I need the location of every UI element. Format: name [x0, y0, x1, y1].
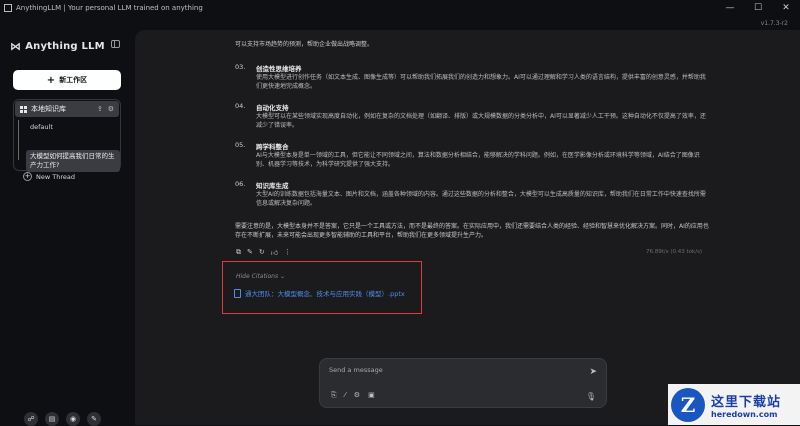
chevron-down-icon: ⌄	[280, 273, 286, 280]
edit-icon[interactable]: ✎	[247, 248, 253, 257]
window-controls: — ☐ ✕	[716, 3, 800, 13]
chat-intro-tail: 可以支持市场趋势的预测，帮助企业做出战略调整。	[235, 41, 374, 48]
copy-icon[interactable]: ⧉	[236, 248, 241, 257]
thread-tree-line	[18, 120, 19, 160]
citation-file-name: 通大团队：大模型概念、技术与应用实践（模型）.pptx	[245, 290, 405, 298]
upload-icon[interactable]: ⇪	[97, 105, 103, 113]
settings-icon[interactable]: ✎	[87, 412, 101, 426]
more-icon[interactable]: ⋮	[284, 248, 291, 257]
text-size-icon[interactable]: ▣	[368, 391, 375, 400]
thumbs-up-icon[interactable]: 👍︎	[271, 248, 278, 257]
item-body: 大型AI的训练数据包括海量文本、图片和文档，涵盖各种领域的内容。通过这些数据的分…	[256, 191, 706, 207]
item-number: 06.	[235, 180, 246, 188]
watermark-mark: Z	[671, 387, 705, 422]
item-heading: 知识库生成	[256, 182, 289, 190]
app-logo: ⋈ Anything LLM	[10, 40, 105, 53]
app-icon	[4, 4, 12, 12]
item-body: AI与大模型本身是单一领域的工具，但它能让不同领域之间，算法和数据分析相结合，能…	[256, 152, 700, 168]
item-heading: 创造性思维培养	[256, 65, 302, 73]
community-icon[interactable]: ☍	[24, 412, 38, 426]
maximize-button[interactable]: ☐	[744, 3, 772, 13]
thread-item-active[interactable]: 大模型如何提高我们日常的生产力工作?	[26, 150, 120, 172]
minimize-button[interactable]: —	[716, 3, 744, 13]
hide-citations-label: Hide Citations	[236, 273, 279, 280]
logo-icon: ⋈	[10, 40, 22, 53]
message-input[interactable]: Send a message	[329, 366, 383, 374]
message-actions: ⧉ ✎ ↻ 👍︎ ⋮	[236, 248, 291, 257]
send-icon[interactable]: ➤	[589, 367, 597, 377]
sidebar-toggle-icon[interactable]	[111, 40, 120, 48]
docs-icon[interactable]: ▤	[45, 412, 59, 426]
attach-icon[interactable]: ⎘	[331, 391, 337, 400]
title-bar: AnythingLLM | Your personal LLM trained …	[0, 0, 800, 16]
citation-file-link[interactable]: 通大团队：大模型概念、技术与应用实践（模型）.pptx	[234, 288, 405, 298]
composer-tools: ⎘ ⁄ ⚙ ▣	[331, 391, 375, 400]
item-body: 使用大模型进行创作任务（如文本生成、图像生成等）可以帮助我们拓展我们的创造力和想…	[256, 74, 706, 90]
sidebar: ⋈ Anything LLM + 新工作区 本地知识库 ⇪ ⚙ default …	[0, 16, 135, 426]
workspace-item[interactable]: 本地知识库 ⇪ ⚙	[15, 101, 119, 117]
watermark-text-cn: 这里下载站	[711, 394, 782, 410]
hide-citations-toggle[interactable]: Hide Citations ⌄	[236, 273, 285, 280]
agent-icon[interactable]: ⚙	[354, 391, 360, 400]
new-workspace-button[interactable]: + 新工作区	[13, 70, 121, 90]
item-body: 大模型可以在某些领域实现高度自动化，例如在复杂的文档处理（如翻译、排版）或大规模…	[256, 113, 706, 129]
new-thread-label: New Thread	[36, 172, 75, 181]
chat-conclusion: 需要注意的是，大模型本身并不是答案，它只是一个工具或方法，而不是最终的答案。在实…	[235, 223, 709, 239]
item-number: 05.	[235, 141, 246, 149]
window-title: AnythingLLM | Your personal LLM trained …	[16, 4, 203, 12]
item-number: 04.	[235, 102, 246, 110]
sidebar-footer: ☍ ▤ ◉ ✎	[24, 412, 101, 426]
item-number: 03.	[235, 63, 246, 71]
discord-icon[interactable]: ◉	[66, 412, 80, 426]
watermark-logo: Z 这里下载站 heredown.com	[668, 384, 800, 425]
plus-icon: +	[46, 74, 56, 86]
new-workspace-label: 新工作区	[59, 76, 88, 84]
regenerate-icon[interactable]: ↻	[259, 248, 265, 257]
chat-panel: 可以支持市场趋势的预测，帮助企业做出战略调整。 03. 创造性思维培养 使用大模…	[135, 30, 800, 425]
workspace-label: 本地知识库	[31, 105, 66, 113]
microphone-icon[interactable]: 🎙︎	[586, 392, 596, 401]
logo-text: Anything LLM	[25, 41, 105, 52]
new-thread-button[interactable]: + New Thread	[23, 172, 75, 181]
item-heading: 自动化支持	[256, 104, 289, 112]
watermark-text-en: heredown.com	[711, 409, 778, 419]
item-heading: 跨学科整合	[256, 143, 289, 151]
plus-circle-icon: +	[23, 172, 32, 181]
close-button[interactable]: ✕	[772, 3, 800, 13]
gear-icon[interactable]: ⚙	[108, 105, 114, 113]
slash-command-icon[interactable]: ⁄	[345, 391, 346, 400]
thread-item-default[interactable]: default	[30, 123, 53, 131]
version-label: v1.7.3-r2	[760, 20, 788, 27]
token-metrics: 76.89t/s (0.43 tok/s)	[646, 249, 703, 255]
workspace-grid-icon	[20, 105, 27, 113]
message-composer: Send a message ➤ ⎘ ⁄ ⚙ ▣ 🎙︎	[319, 358, 607, 408]
document-icon	[234, 288, 241, 298]
